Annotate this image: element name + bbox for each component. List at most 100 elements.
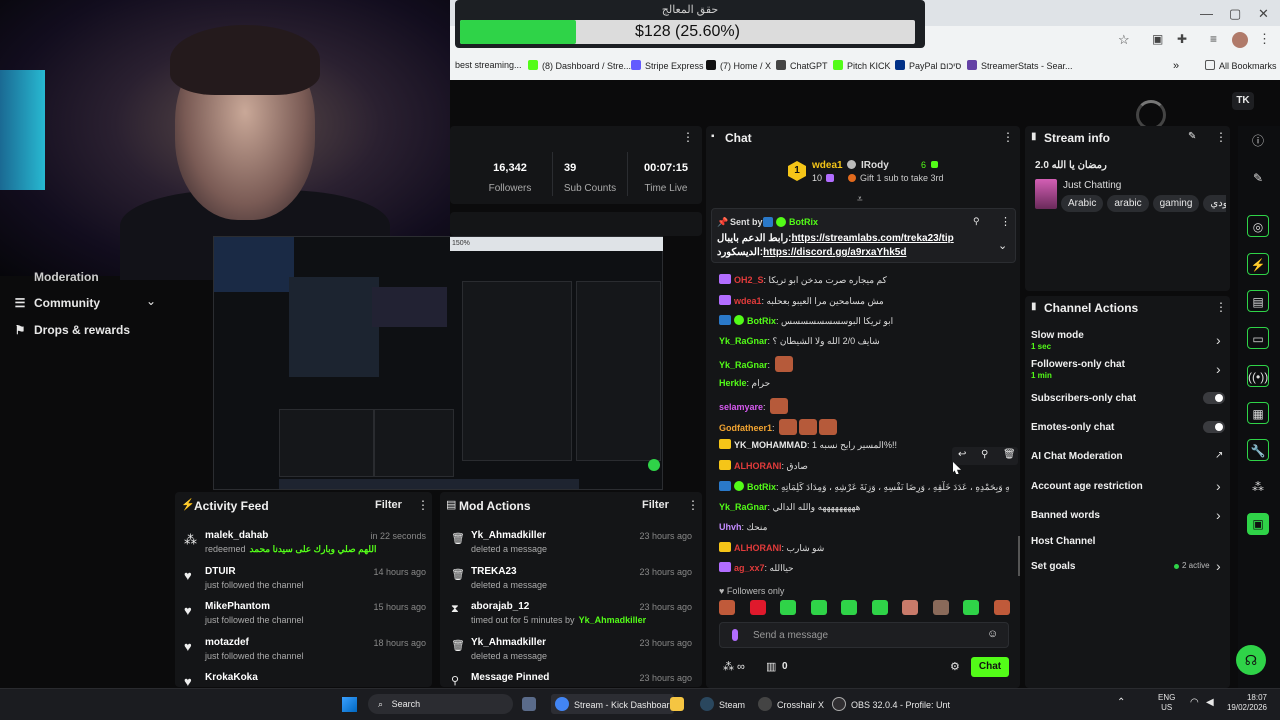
chat-message[interactable]: ALHORANI: شو شارب	[719, 542, 1009, 554]
stats-menu-icon[interactable]: ⋮	[682, 130, 694, 144]
chat-sidebar-icon[interactable]: ▭	[1247, 327, 1269, 349]
pinned-bot-name[interactable]: BotRix	[789, 217, 818, 227]
activity-item[interactable]: ♥ motazdef just followed the channel 18 hou…	[175, 635, 432, 669]
activity-menu-icon[interactable]: ⋮	[417, 498, 429, 512]
layout-icon[interactable]: ▦	[1247, 402, 1269, 424]
active-tool-icon[interactable]: ▣	[1247, 513, 1269, 535]
bookmark-item[interactable]: ChatGPT	[776, 60, 828, 71]
taskbar-app-crosshair[interactable]: Crosshair X	[758, 697, 824, 711]
mod-action-item[interactable]: 🗑 Yk_Ahmadkiller deleted a message 23 hours…	[440, 635, 702, 669]
chat-username[interactable]: ALHORANI	[734, 543, 782, 553]
bookmark-item[interactable]: (7) Home / X	[706, 60, 771, 71]
windows-start-icon[interactable]	[342, 697, 357, 712]
channel-action-item[interactable]: AI Chat Moderation ↗	[1031, 450, 1227, 477]
activity-user[interactable]: DTUIR	[205, 566, 236, 577]
mod-action-item[interactable]: 🗑 TREKA23 deleted a message 23 hours ago	[440, 564, 702, 598]
info-icon[interactable]: ⓘ	[1247, 130, 1269, 152]
mod-action-user[interactable]: Yk_Ahmadkiller	[471, 637, 546, 648]
emote-button[interactable]	[780, 600, 796, 615]
chat-message[interactable]: Uhvh: منحك	[719, 522, 1009, 533]
taskbar-app-steam[interactable]: Steam	[700, 697, 745, 711]
emote-button[interactable]	[810, 600, 827, 615]
maximize-icon[interactable]: ▢	[1229, 6, 1241, 22]
chat-message[interactable]: Godfatheer1:	[719, 419, 1009, 435]
bookmark-item[interactable]: StreamerStats - Sear...	[967, 60, 1073, 71]
chevron-down-icon[interactable]: ⌄	[146, 294, 156, 308]
mod-action-user[interactable]: Yk_Ahmadkiller	[471, 530, 546, 541]
chat-username[interactable]: Herkle	[719, 378, 747, 388]
nav-moderation[interactable]: Moderation	[34, 270, 99, 284]
pinned-menu-icon[interactable]: ⋮	[1000, 215, 1011, 228]
puzzle-icon[interactable]: ✚	[1177, 32, 1187, 46]
channel-action-item[interactable]: Banned words ›	[1031, 507, 1227, 536]
channel-action-item[interactable]: Subscribers-only chat	[1031, 392, 1227, 419]
channel-action-item[interactable]: Host Channel	[1031, 536, 1227, 562]
chat-scrollbar[interactable]	[1018, 536, 1020, 576]
chevron-right-icon[interactable]: ›	[1216, 507, 1221, 523]
expand-leaderboard-icon[interactable]: ⩡	[857, 194, 863, 205]
chat-message[interactable]: Yk_RaGnar: شايف 2/0 الله ولا الشيطان ؟	[719, 336, 1009, 347]
task-view-icon[interactable]	[522, 697, 541, 711]
mod-action-user[interactable]: aborajab_12	[471, 601, 529, 612]
emote-button[interactable]	[963, 600, 979, 615]
tag[interactable]: gaming	[1152, 195, 1200, 212]
media-icon[interactable]: ≡	[1210, 32, 1217, 46]
edit-icon[interactable]: ✎	[1188, 131, 1196, 142]
emote-button[interactable]	[719, 600, 735, 615]
minimize-icon[interactable]: —	[1200, 6, 1213, 21]
chat-message[interactable]: Yk_RaGnar:	[719, 356, 1009, 372]
mod-action-user[interactable]: Message Pinned	[471, 672, 549, 683]
second-name[interactable]: IRody	[861, 160, 889, 171]
chat-message[interactable]: wdea1: مش مسامحين مرا العيبو بعحلبه	[719, 295, 1009, 307]
chat-username[interactable]: YK_MOHAMMAD	[734, 440, 807, 450]
volume-icon[interactable]: ◀	[1206, 697, 1214, 708]
chat-message[interactable]: selamyare:	[719, 398, 1009, 414]
mod-actions-menu-icon[interactable]: ⋮	[687, 498, 699, 512]
chat-username[interactable]: Godfatheer1	[719, 423, 772, 433]
streamlabs-link[interactable]: https://streamlabs.com/treka23/tip	[791, 233, 953, 244]
channel-action-item[interactable]: Set goals 2 active ›	[1031, 558, 1227, 587]
emote-button[interactable]	[871, 600, 888, 615]
mod-action-item[interactable]: 🗑 Yk_Ahmadkiller deleted a message 23 hours…	[440, 528, 702, 562]
pencil-icon[interactable]: ✎	[1247, 167, 1269, 189]
wifi-icon[interactable]: ◠	[1190, 697, 1199, 708]
unpin-icon[interactable]: ⚲	[973, 216, 980, 227]
chat-message[interactable]: OH2_S: كم ميجاره صرت مدخن ابو تريكا	[719, 274, 1009, 286]
toggle-switch[interactable]	[1203, 392, 1225, 404]
gift-sub-text[interactable]: Gift 1 sub to take 3rd	[860, 173, 944, 183]
chat-username[interactable]: ALHORANI	[734, 461, 782, 471]
discord-link[interactable]: https://discord.gg/a9rxaYhk5d	[763, 247, 906, 258]
emoji-icon[interactable]: ☺	[987, 628, 998, 640]
bookmarks-overflow-icon[interactable]: »	[1173, 60, 1179, 72]
extension-icon[interactable]: ▣	[1152, 32, 1163, 46]
more-icon[interactable]: ⋮	[1258, 31, 1271, 47]
chat-username[interactable]: BotRix	[747, 316, 776, 326]
chat-username[interactable]: selamyare	[719, 402, 763, 412]
external-link-icon[interactable]: ↗	[1215, 450, 1223, 461]
stream-info-menu-icon[interactable]: ⋮	[1215, 130, 1227, 144]
chat-message[interactable]: BotRix: ابو تريكا البوسسسسسسسس	[719, 315, 1009, 327]
tray-chevron-icon[interactable]: ⌃	[1117, 697, 1125, 708]
chevron-down-icon[interactable]: ⌄	[998, 239, 1007, 252]
chat-username[interactable]: wdea1	[734, 296, 762, 306]
profile-avatar[interactable]	[1232, 32, 1248, 48]
star-icon[interactable]: ☆	[1118, 32, 1130, 48]
chat-username[interactable]: BotRix	[747, 482, 776, 492]
activity-item[interactable]: ♥ MikePhantom just followed the channel 15 …	[175, 599, 432, 633]
tag[interactable]: arabic	[1107, 195, 1149, 212]
language-indicator[interactable]: ENG US	[1158, 693, 1175, 713]
file-explorer-icon[interactable]	[670, 697, 689, 711]
bookmark-item[interactable]: PayPal סיכום	[895, 60, 961, 71]
bookmark-item[interactable]: best streaming...	[455, 60, 522, 70]
chat-menu-icon[interactable]: ⋮	[1002, 130, 1014, 144]
mod-action-user[interactable]: TREKA23	[471, 566, 517, 577]
chat-settings-icon[interactable]: ⚙	[950, 660, 960, 673]
taskbar-search[interactable]: ⌕ Search	[368, 694, 513, 714]
stream-preview[interactable]: 150%	[213, 236, 663, 490]
emote-button[interactable]	[749, 600, 766, 615]
send-chat-button[interactable]: Chat	[971, 657, 1009, 677]
emote-button[interactable]	[902, 600, 918, 615]
users-icon[interactable]: ⁂	[1247, 476, 1269, 498]
leader-name[interactable]: wdea1	[812, 160, 843, 171]
moderator-name[interactable]: Yk_Ahmadkiller	[579, 615, 647, 625]
